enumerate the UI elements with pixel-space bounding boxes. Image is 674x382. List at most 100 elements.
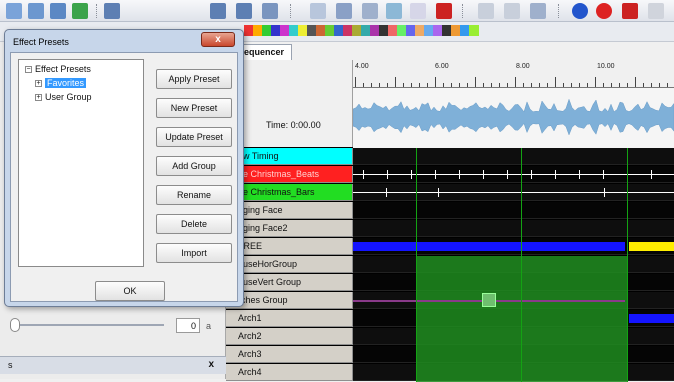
row-label[interactable]: TREE xyxy=(226,238,353,255)
bar-marker[interactable] xyxy=(386,188,387,197)
row-label[interactable]: rches Group xyxy=(226,292,353,309)
update-preset-button[interactable]: Update Preset xyxy=(156,127,232,147)
ruler-tick xyxy=(579,83,580,87)
triangle-icon[interactable] xyxy=(310,3,326,19)
ruler-tick xyxy=(627,83,628,87)
import-button[interactable]: Import xyxy=(156,243,232,263)
ruler-tick xyxy=(595,77,596,87)
new-preset-button[interactable]: New Preset xyxy=(156,98,232,118)
beat-line[interactable] xyxy=(353,174,674,175)
zoom-in-icon[interactable] xyxy=(478,3,494,19)
row-track[interactable] xyxy=(353,148,674,165)
ruler-tick xyxy=(531,83,532,87)
rewind-icon[interactable] xyxy=(210,3,226,19)
bar-marker[interactable] xyxy=(604,188,605,197)
apply-preset-button[interactable]: Apply Preset xyxy=(156,69,232,89)
ruler-tick xyxy=(507,83,508,87)
repeat-icon[interactable] xyxy=(262,3,278,19)
new-icon[interactable] xyxy=(6,3,22,19)
timeline-ruler[interactable]: 4.00 6.00 8.00 10.00 xyxy=(353,60,674,88)
sequencer-grid: Time: 0:00.00 4.00 6.00 8.00 10.00 ew Timin… xyxy=(226,60,674,382)
toolbar-separator xyxy=(462,4,464,18)
row-label[interactable]: Arch3 xyxy=(226,346,353,363)
ruler-label: 4.00 xyxy=(355,63,369,70)
effect-bar[interactable] xyxy=(353,242,625,251)
toolbar-separator xyxy=(290,4,292,18)
effect-icon[interactable] xyxy=(469,25,479,36)
value-field[interactable]: 0 xyxy=(176,318,200,333)
power-icon[interactable] xyxy=(622,3,638,19)
settings-icon[interactable] xyxy=(530,3,546,19)
row-label[interactable]: ue Christmas_Bars xyxy=(226,184,353,201)
row-label[interactable]: ouseVert Group xyxy=(226,274,353,291)
ruler-tick xyxy=(403,83,404,87)
gear-icon[interactable] xyxy=(72,3,88,19)
row-label[interactable]: ouseHorGroup xyxy=(226,256,353,273)
stop-icon[interactable] xyxy=(596,3,612,19)
slider-handle[interactable] xyxy=(10,318,20,332)
ruler-tick xyxy=(451,83,452,87)
ruler-tick xyxy=(603,83,604,87)
ruler-tick xyxy=(563,83,564,87)
row-track[interactable] xyxy=(353,220,674,237)
ruler-tick xyxy=(459,83,460,87)
lock-icon[interactable]: a xyxy=(206,321,211,331)
zoom-out-icon[interactable] xyxy=(504,3,520,19)
row-label[interactable]: nging Face xyxy=(226,202,353,219)
ruler-tick xyxy=(387,83,388,87)
preset-tree[interactable]: − Effect Presets + Favorites + User Group xyxy=(18,59,144,267)
ruler-tick xyxy=(651,83,652,87)
ruler-tick xyxy=(619,83,620,87)
expand-icon[interactable]: + xyxy=(35,94,42,102)
ruler-tick xyxy=(555,77,556,87)
row-label[interactable]: ue Christmas_Beats xyxy=(226,166,353,183)
bar-line[interactable] xyxy=(353,192,674,193)
expand-icon[interactable]: + xyxy=(35,80,42,88)
ruler-tick xyxy=(435,77,436,87)
tree-item-favorites[interactable]: + Favorites xyxy=(35,78,87,88)
row-label[interactable]: Arch1 xyxy=(226,310,353,327)
ruler-tick xyxy=(635,77,636,87)
filter-icon[interactable] xyxy=(648,3,664,19)
ruler-tick xyxy=(427,83,428,87)
person-icon[interactable] xyxy=(386,3,402,19)
effect-bar[interactable] xyxy=(629,314,674,323)
tree-item-label: User Group xyxy=(45,92,92,102)
info-icon[interactable] xyxy=(572,3,588,19)
add-group-button[interactable]: Add Group xyxy=(156,156,232,176)
save-icon[interactable] xyxy=(50,3,66,19)
row-label[interactable]: Arch4 xyxy=(226,364,353,381)
ruler-tick xyxy=(643,83,644,87)
tree-item-user-group[interactable]: + User Group xyxy=(35,92,92,102)
ruler-tick xyxy=(363,83,364,87)
color-icon[interactable] xyxy=(436,3,452,19)
effect-marker[interactable] xyxy=(482,293,496,307)
waveform[interactable] xyxy=(352,88,674,148)
bold-b-icon[interactable] xyxy=(362,3,378,19)
bars-icon[interactable] xyxy=(336,3,352,19)
effect-bar[interactable] xyxy=(629,242,674,251)
ruler-tick xyxy=(419,83,420,87)
step-icon[interactable] xyxy=(236,3,252,19)
bar-marker[interactable] xyxy=(438,188,439,197)
row-label[interactable]: nging Face2 xyxy=(226,220,353,237)
rename-button[interactable]: Rename xyxy=(156,185,232,205)
ruler-tick xyxy=(667,83,668,87)
dialog-body: − Effect Presets + Favorites + User Group A… xyxy=(10,52,238,302)
row-label[interactable]: Arch2 xyxy=(226,328,353,345)
ruler-tick xyxy=(467,83,468,87)
tab-sequencer[interactable]: equencer xyxy=(240,44,292,60)
star-icon[interactable] xyxy=(410,3,426,19)
collapse-icon[interactable]: − xyxy=(25,66,32,74)
play-icon[interactable] xyxy=(104,3,120,19)
tree-root[interactable]: − Effect Presets xyxy=(25,64,91,74)
bottom-panel-label: s xyxy=(8,360,13,370)
bottom-panel-close-icon[interactable]: x xyxy=(208,359,214,370)
grid-line xyxy=(416,148,417,382)
ok-button[interactable]: OK xyxy=(95,281,165,301)
delete-button[interactable]: Delete xyxy=(156,214,232,234)
open-icon[interactable] xyxy=(28,3,44,19)
close-button[interactable]: x xyxy=(201,32,235,47)
row-track[interactable] xyxy=(353,202,674,219)
row-label[interactable]: ew Timing xyxy=(226,148,353,165)
